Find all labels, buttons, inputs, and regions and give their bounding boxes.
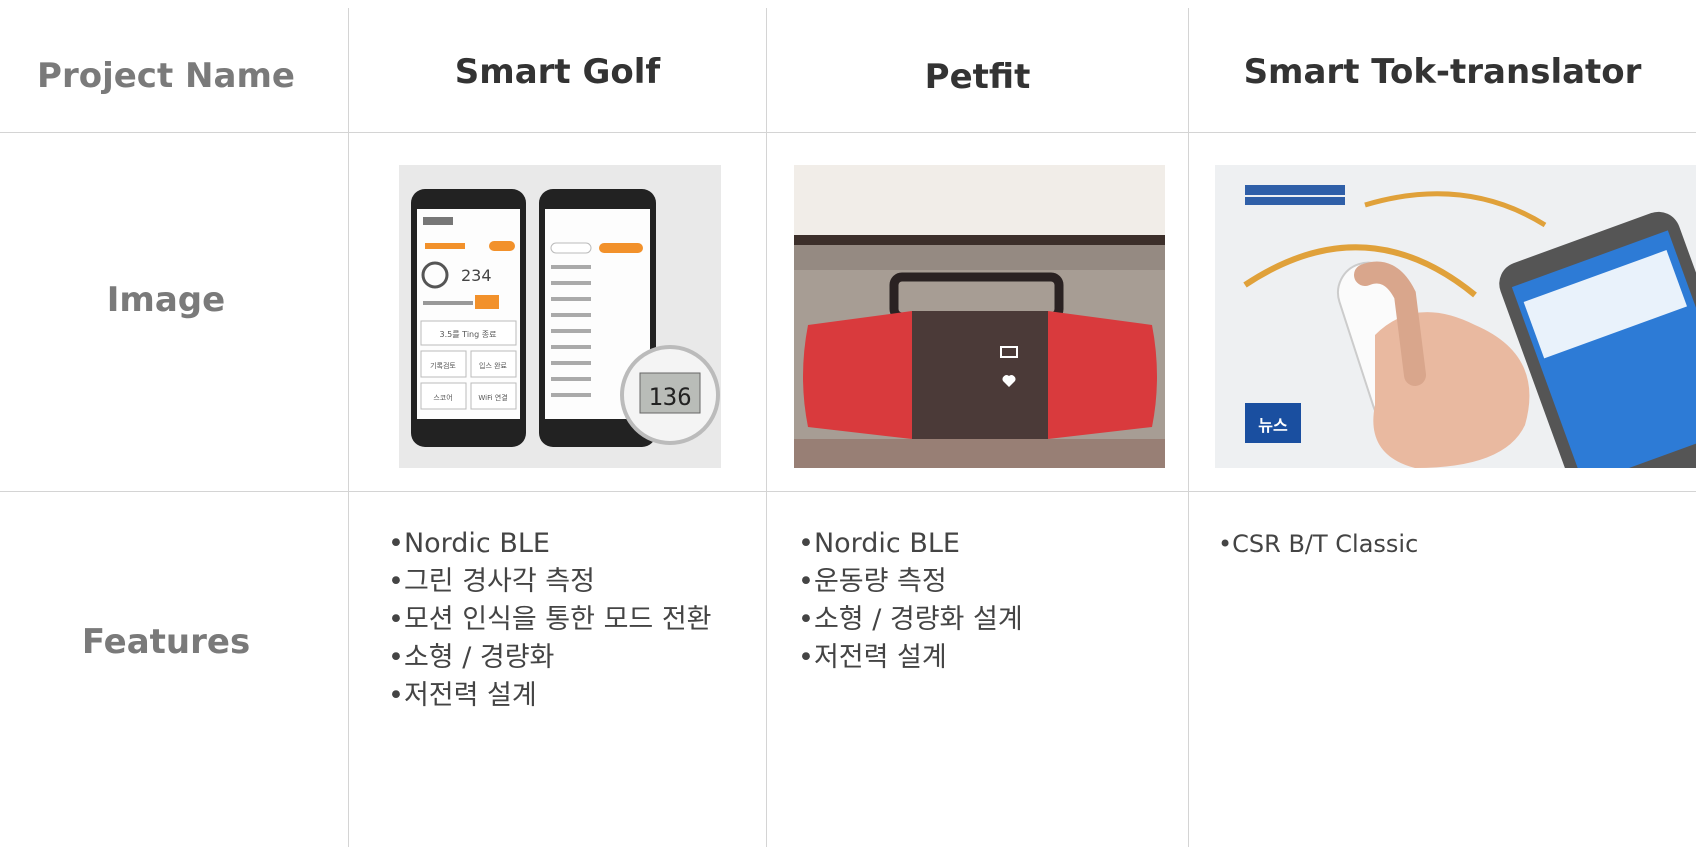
golf-watch-reading: 136 [648,383,691,411]
feature-item: 소형 / 경량화 설계 [798,601,1168,639]
feature-item: 그린 경사각 측정 [388,563,728,601]
project-name-petfit: Petfit [924,57,1031,97]
feature-list: Nordic BLE 그린 경사각 측정 모션 인식을 통한 모드 전환 소형 … [388,525,728,715]
golf-button-3: 스코어 [433,393,452,402]
feature-item: Nordic BLE [388,525,728,563]
smart-tok-translator-image: 뉴스 [1215,165,1696,468]
feature-item: 저전력 설계 [388,677,728,715]
feature-item: 운동량 측정 [798,563,1168,601]
row-label-project-name: Project Name [37,56,295,96]
golf-menu-button: 3.5를 Ting 종료 [440,330,497,339]
golf-button-1: 기록검토 [430,361,456,370]
project-name-smart-tok-translator: Smart Tok-translator [1243,52,1642,92]
row-divider-2 [0,491,1696,492]
feature-list: CSR B/T Classic [1218,525,1668,563]
feature-list: Nordic BLE 운동량 측정 소형 / 경량화 설계 저전력 설계 [798,525,1168,677]
column-divider-1 [348,8,349,847]
golf-button-2: 입스 완료 [479,362,508,370]
feature-item: 저전력 설계 [798,639,1168,677]
column-divider-3 [1188,8,1189,847]
project-name-smart-golf: Smart Golf [454,52,661,92]
smart-golf-features: Nordic BLE 그린 경사각 측정 모션 인식을 통한 모드 전환 소형 … [388,525,728,715]
feature-item: CSR B/T Classic [1218,525,1668,563]
smart-tok-translator-features: CSR B/T Classic [1218,525,1668,563]
feature-item: 소형 / 경량화 [388,639,728,677]
row-divider-1 [0,132,1696,133]
golf-stat-reading: 234 [461,266,492,285]
row-label-image: Image [106,280,226,320]
row-label-features: Features [81,622,251,662]
news-badge: 뉴스 [1258,416,1288,435]
feature-item: 모션 인식을 통한 모드 전환 [388,601,728,639]
smart-golf-image: 234 3.5를 Ting 종료 기록검토 입스 완료 스코어 WiFi 연결 … [399,165,721,468]
feature-item: Nordic BLE [798,525,1168,563]
golf-button-4: WiFi 연결 [478,393,507,402]
column-divider-2 [766,8,767,847]
petfit-image [794,165,1165,468]
petfit-features: Nordic BLE 운동량 측정 소형 / 경량화 설계 저전력 설계 [798,525,1168,677]
